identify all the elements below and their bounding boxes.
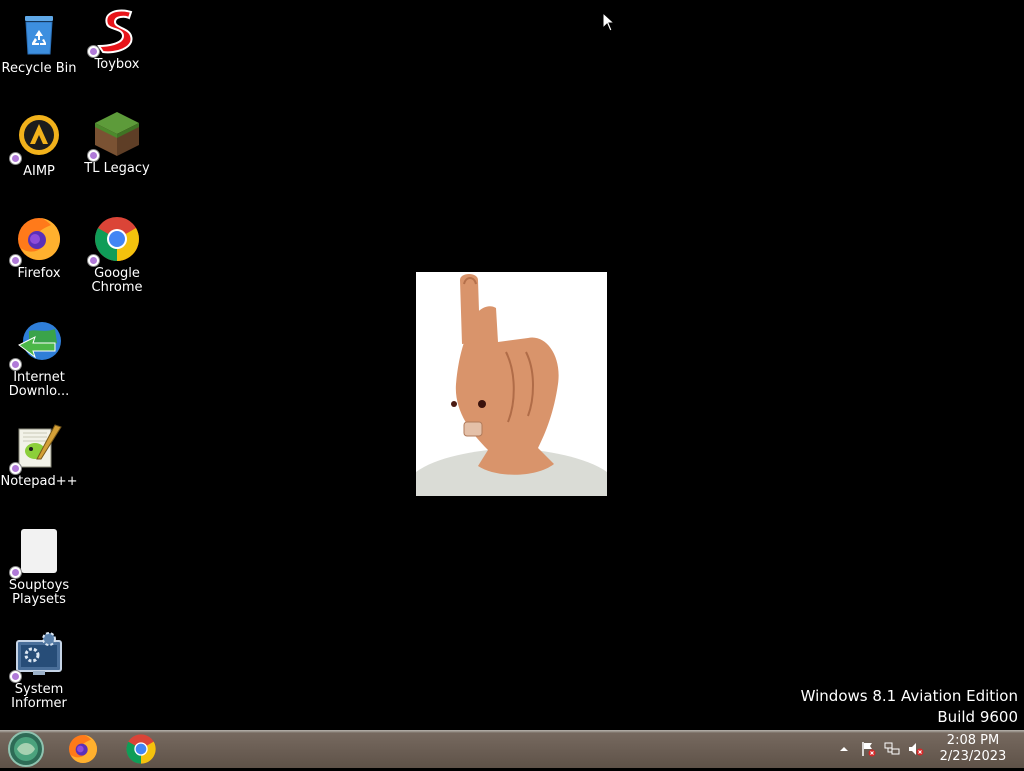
clock-date: 2/23/2023 — [939, 749, 1007, 764]
desktop-icon-label: Toybox — [94, 57, 140, 72]
desktop-icon-system-informer[interactable]: System Informer — [0, 631, 78, 711]
volume-muted-icon[interactable] — [908, 741, 924, 757]
desktop-icon-aimp[interactable]: AIMP — [0, 113, 78, 179]
shortcut-arrow-icon — [87, 45, 100, 58]
desktop-icon-label: Internet Downlo... — [8, 370, 70, 399]
firefox-icon — [69, 735, 97, 763]
toybox-icon — [87, 6, 141, 58]
taskbar-clock[interactable]: 2:08 PM 2/23/2023 — [930, 733, 1016, 765]
shortcut-arrow-icon — [87, 254, 100, 267]
desktop-icon-label: Firefox — [17, 266, 61, 281]
shortcut-arrow-icon — [9, 254, 22, 267]
desktop-icon-souptoys-playsets[interactable]: Souptoys Playsets — [0, 527, 78, 607]
desktop-icon-recycle-bin[interactable]: Recycle Bin — [0, 10, 78, 76]
wallpaper-picture — [416, 272, 607, 496]
shortcut-arrow-icon — [9, 358, 22, 371]
desktop[interactable]: Recycle Bin Toybox AIMP TL Legacy Firefo… — [0, 0, 1024, 730]
shortcut-arrow-icon — [9, 462, 22, 475]
desktop-icon-notepadpp[interactable]: Notepad++ — [0, 423, 78, 489]
start-button[interactable] — [7, 731, 45, 767]
aimp-icon — [9, 113, 63, 165]
clock-time: 2:08 PM — [946, 733, 1000, 748]
desktop-icon-label: Recycle Bin — [1, 61, 77, 76]
taskbar-chrome-button[interactable] — [123, 732, 159, 766]
desktop-icon-label: Souptoys Playsets — [8, 578, 70, 607]
network-icon[interactable] — [884, 741, 900, 757]
shortcut-arrow-icon — [9, 152, 22, 165]
desktop-icon-label: Google Chrome — [91, 266, 143, 295]
action-center-flag-icon[interactable] — [860, 741, 876, 757]
shortcut-arrow-icon — [9, 670, 22, 683]
notepadpp-icon — [9, 423, 63, 475]
taskbar-firefox-button[interactable] — [65, 732, 101, 766]
desktop-icon-internet-download-manager[interactable]: Internet Downlo... — [0, 319, 78, 399]
system-informer-icon — [9, 631, 63, 683]
windows-edition-watermark: Windows 8.1 Aviation Edition Build 9600 — [801, 686, 1018, 728]
show-hidden-icons-button[interactable] — [836, 741, 852, 757]
taskbar[interactable]: 2:08 PM 2/23/2023 — [0, 730, 1024, 768]
internet-download-manager-icon — [9, 319, 63, 371]
shortcut-arrow-icon — [9, 566, 22, 579]
system-tray — [836, 739, 924, 759]
chrome-icon — [87, 215, 141, 267]
blank-file-icon — [9, 527, 63, 579]
desktop-icon-toybox[interactable]: Toybox — [78, 6, 156, 72]
desktop-icon-google-chrome[interactable]: Google Chrome — [78, 215, 156, 295]
desktop-icon-firefox[interactable]: Firefox — [0, 215, 78, 281]
desktop-icon-label: TL Legacy — [84, 161, 150, 176]
desktop-icon-label: Notepad++ — [0, 474, 78, 489]
minecraft-grass-icon — [87, 110, 141, 162]
recycle-bin-icon — [15, 10, 63, 58]
watermark-edition: Windows 8.1 Aviation Edition — [800, 687, 1018, 705]
firefox-icon — [9, 215, 63, 267]
shortcut-arrow-icon — [87, 149, 100, 162]
desktop-icon-label: System Informer — [11, 682, 67, 711]
mouse-pointer-icon — [602, 11, 616, 32]
desktop-icon-label: AIMP — [23, 164, 55, 179]
desktop-icon-tl-legacy[interactable]: TL Legacy — [78, 110, 156, 176]
chrome-icon — [126, 734, 156, 764]
watermark-build: Build 9600 — [937, 708, 1018, 726]
